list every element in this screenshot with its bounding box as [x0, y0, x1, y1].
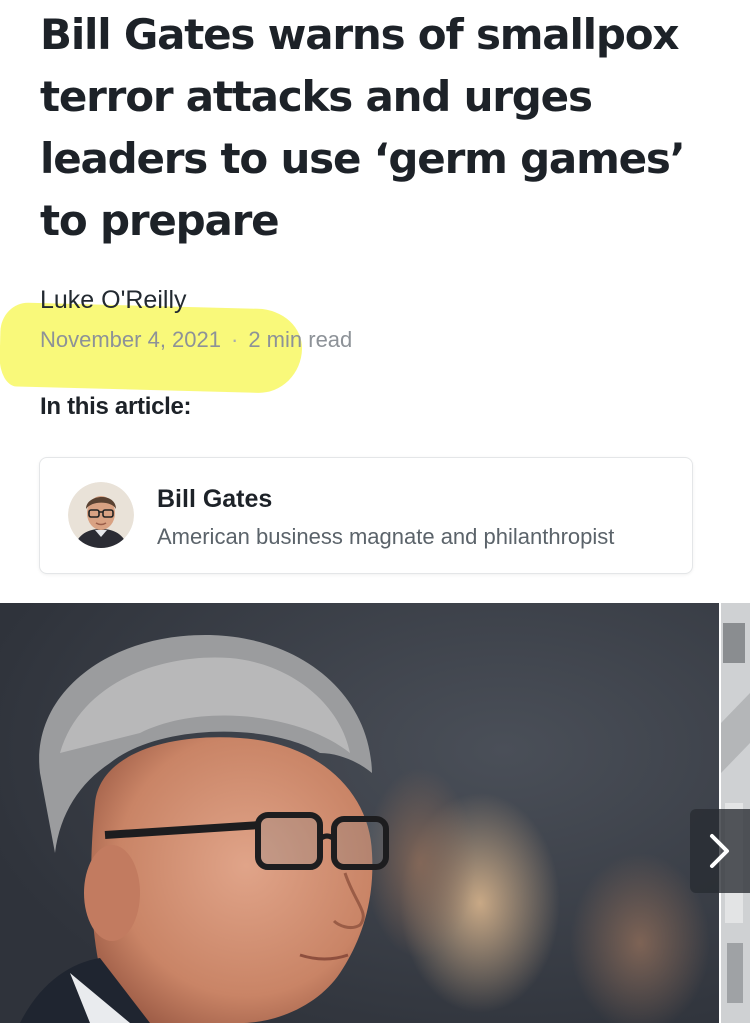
in-this-article-heading: In this article:: [40, 393, 192, 420]
article-headline: Bill Gates warns of smallpox terror atta…: [40, 10, 686, 245]
read-time: 2 min read: [248, 327, 353, 352]
carousel-next-button[interactable]: [690, 809, 750, 893]
article-meta: November 4, 2021 · 2 min read: [40, 327, 352, 353]
meta-separator: ·: [231, 327, 239, 352]
entity-description: American business magnate and philanthro…: [157, 524, 615, 549]
avatar: [68, 482, 134, 548]
entity-card[interactable]: Bill Gates American business magnate and…: [39, 457, 693, 574]
avatar-portrait: [68, 482, 134, 548]
hero-photo-illustration: [0, 603, 719, 1023]
chevron-right-icon: [710, 834, 729, 868]
publish-date: November 4, 2021: [40, 327, 221, 352]
author-name[interactable]: Luke O'Reilly: [40, 286, 187, 315]
entity-name: Bill Gates: [157, 485, 273, 513]
hero-photo: [0, 603, 719, 1023]
